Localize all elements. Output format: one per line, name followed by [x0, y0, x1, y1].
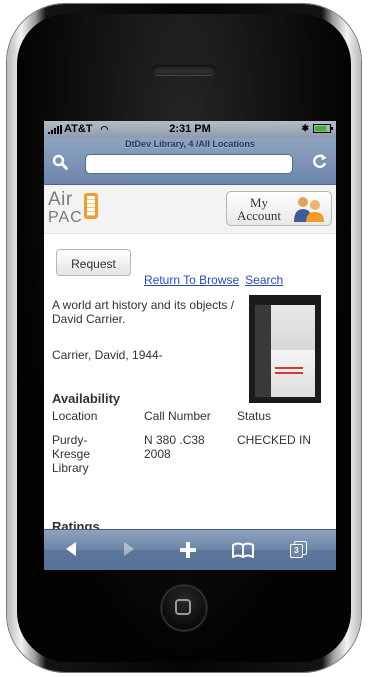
phone-screen: AT&T ◠ 2:31 PM ✱ DtDev Library, 4 /All L… — [44, 121, 336, 570]
back-icon[interactable] — [64, 541, 78, 557]
page-content: Air PAC My Account Request Return To Bro — [44, 185, 336, 530]
search-icon[interactable] — [52, 154, 68, 170]
logo-air-text: Air — [48, 189, 73, 210]
earpiece-speaker — [153, 65, 215, 75]
pages-count: 3 — [290, 544, 303, 558]
browser-page-title: DtDev Library, 4 /All Locations — [125, 139, 255, 149]
browser-toolbar: 3 — [44, 529, 336, 570]
add-icon[interactable] — [179, 541, 197, 559]
pages-icon[interactable]: 3 — [290, 541, 307, 558]
logo-pac-text: PAC — [48, 209, 83, 226]
record-author: Carrier, David, 1944- — [52, 348, 163, 362]
col-header-location: Location — [52, 409, 98, 423]
battery-icon — [313, 124, 333, 133]
cover-title-mark — [275, 367, 303, 369]
book-cover-image — [249, 295, 321, 403]
airpac-header: Air PAC My Account — [44, 185, 336, 234]
forward-icon[interactable] — [122, 541, 136, 557]
col-header-status: Status — [237, 409, 272, 423]
people-icon — [294, 197, 324, 222]
search-link[interactable]: Search — [245, 273, 283, 287]
cell-call-number: N 380 .C38 2008 — [144, 433, 205, 461]
nav-links: Return To Browse Search — [144, 273, 289, 287]
my-account-label: My Account — [237, 195, 282, 223]
return-to-browse-link[interactable]: Return To Browse — [144, 273, 239, 287]
record-title: A world art history and its objects / Da… — [52, 298, 235, 326]
home-button[interactable] — [161, 585, 207, 631]
request-button[interactable]: Request — [56, 249, 131, 276]
status-time: 2:31 PM — [169, 123, 211, 135]
status-bar: AT&T ◠ 2:31 PM ✱ — [44, 121, 336, 138]
bluetooth-icon: ✱ — [301, 123, 309, 133]
col-header-call-number: Call Number — [144, 409, 211, 423]
cover-wall — [255, 305, 271, 397]
reload-icon[interactable] — [312, 152, 328, 170]
availability-heading: Availability — [52, 391, 121, 406]
search-input[interactable] — [85, 154, 293, 174]
my-account-button[interactable]: My Account — [226, 191, 332, 226]
status-right: ✱ — [301, 123, 333, 134]
phone-logo-icon — [84, 193, 98, 219]
browser-address-bar: DtDev Library, 4 /All Locations — [44, 138, 336, 185]
cell-status: CHECKED IN — [237, 433, 312, 447]
bookmarks-icon[interactable] — [232, 542, 254, 558]
home-square-icon — [175, 599, 191, 615]
cell-location: Purdy-Kresge Library — [52, 433, 91, 475]
airpac-logo[interactable]: Air PAC — [48, 189, 98, 227]
